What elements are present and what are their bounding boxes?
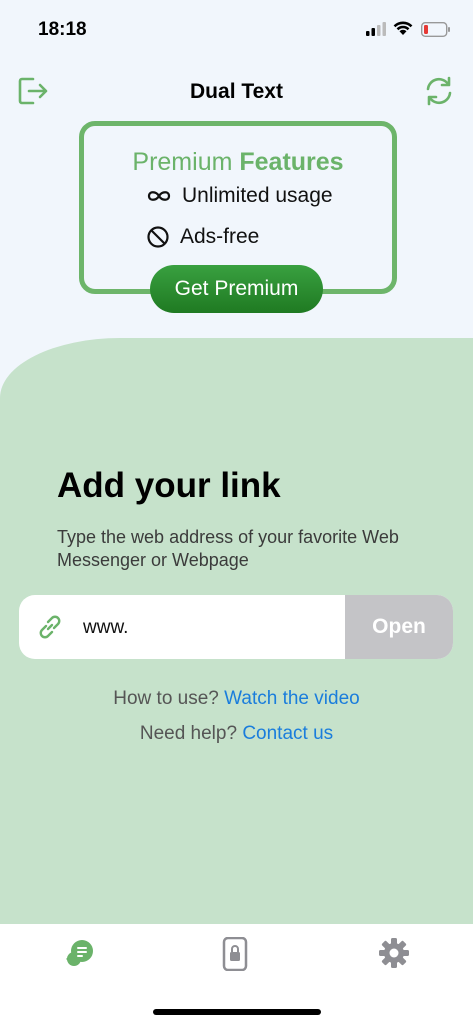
home-indicator [153,1009,321,1015]
tab-settings[interactable] [378,937,410,974]
page-title: Dual Text [190,80,283,103]
url-bar: Open [19,595,453,659]
chat-icon [66,940,93,966]
premium-title: Premium Features [84,148,392,177]
block-icon [147,226,169,248]
status-bar: 18:18 [0,0,473,60]
add-link-description: Type the web address of your favorite We… [57,527,399,570]
tab-device-lock[interactable] [222,936,248,976]
url-input[interactable] [81,595,345,659]
tab-chats[interactable] [63,937,95,974]
add-link-heading: Add your link [57,466,281,505]
battery-icon [421,22,450,37]
feature-unlimited: Unlimited usage [146,184,333,208]
status-time: 18:18 [38,19,87,40]
feature-ads-free: Ads-free [146,225,259,249]
infinity-icon [147,191,171,201]
need-help-line: Need help? Contact us [0,723,473,745]
how-to-use-line: How to use? Watch the video [0,688,473,710]
watch-video-link[interactable]: Watch the video [224,688,360,709]
feature-label-ads-free: Ads-free [180,225,260,248]
phone-lock-icon [222,936,248,972]
refresh-icon [426,76,452,106]
premium-title-part2: Features [239,148,344,176]
contact-us-link[interactable]: Contact us [242,723,333,744]
cellular-signal-icon [366,22,386,36]
feature-label-unlimited: Unlimited usage [182,184,333,207]
open-button[interactable]: Open [345,595,453,659]
wifi-icon [393,21,413,35]
need-help-label: Need help? [139,723,243,744]
refresh-button[interactable] [423,75,455,112]
get-premium-button[interactable]: Get Premium [150,265,323,313]
premium-title-part1: Premium [132,148,240,176]
link-icon [39,615,61,639]
how-to-use-label: How to use? [113,688,225,709]
settings-gear-icon [379,938,409,968]
